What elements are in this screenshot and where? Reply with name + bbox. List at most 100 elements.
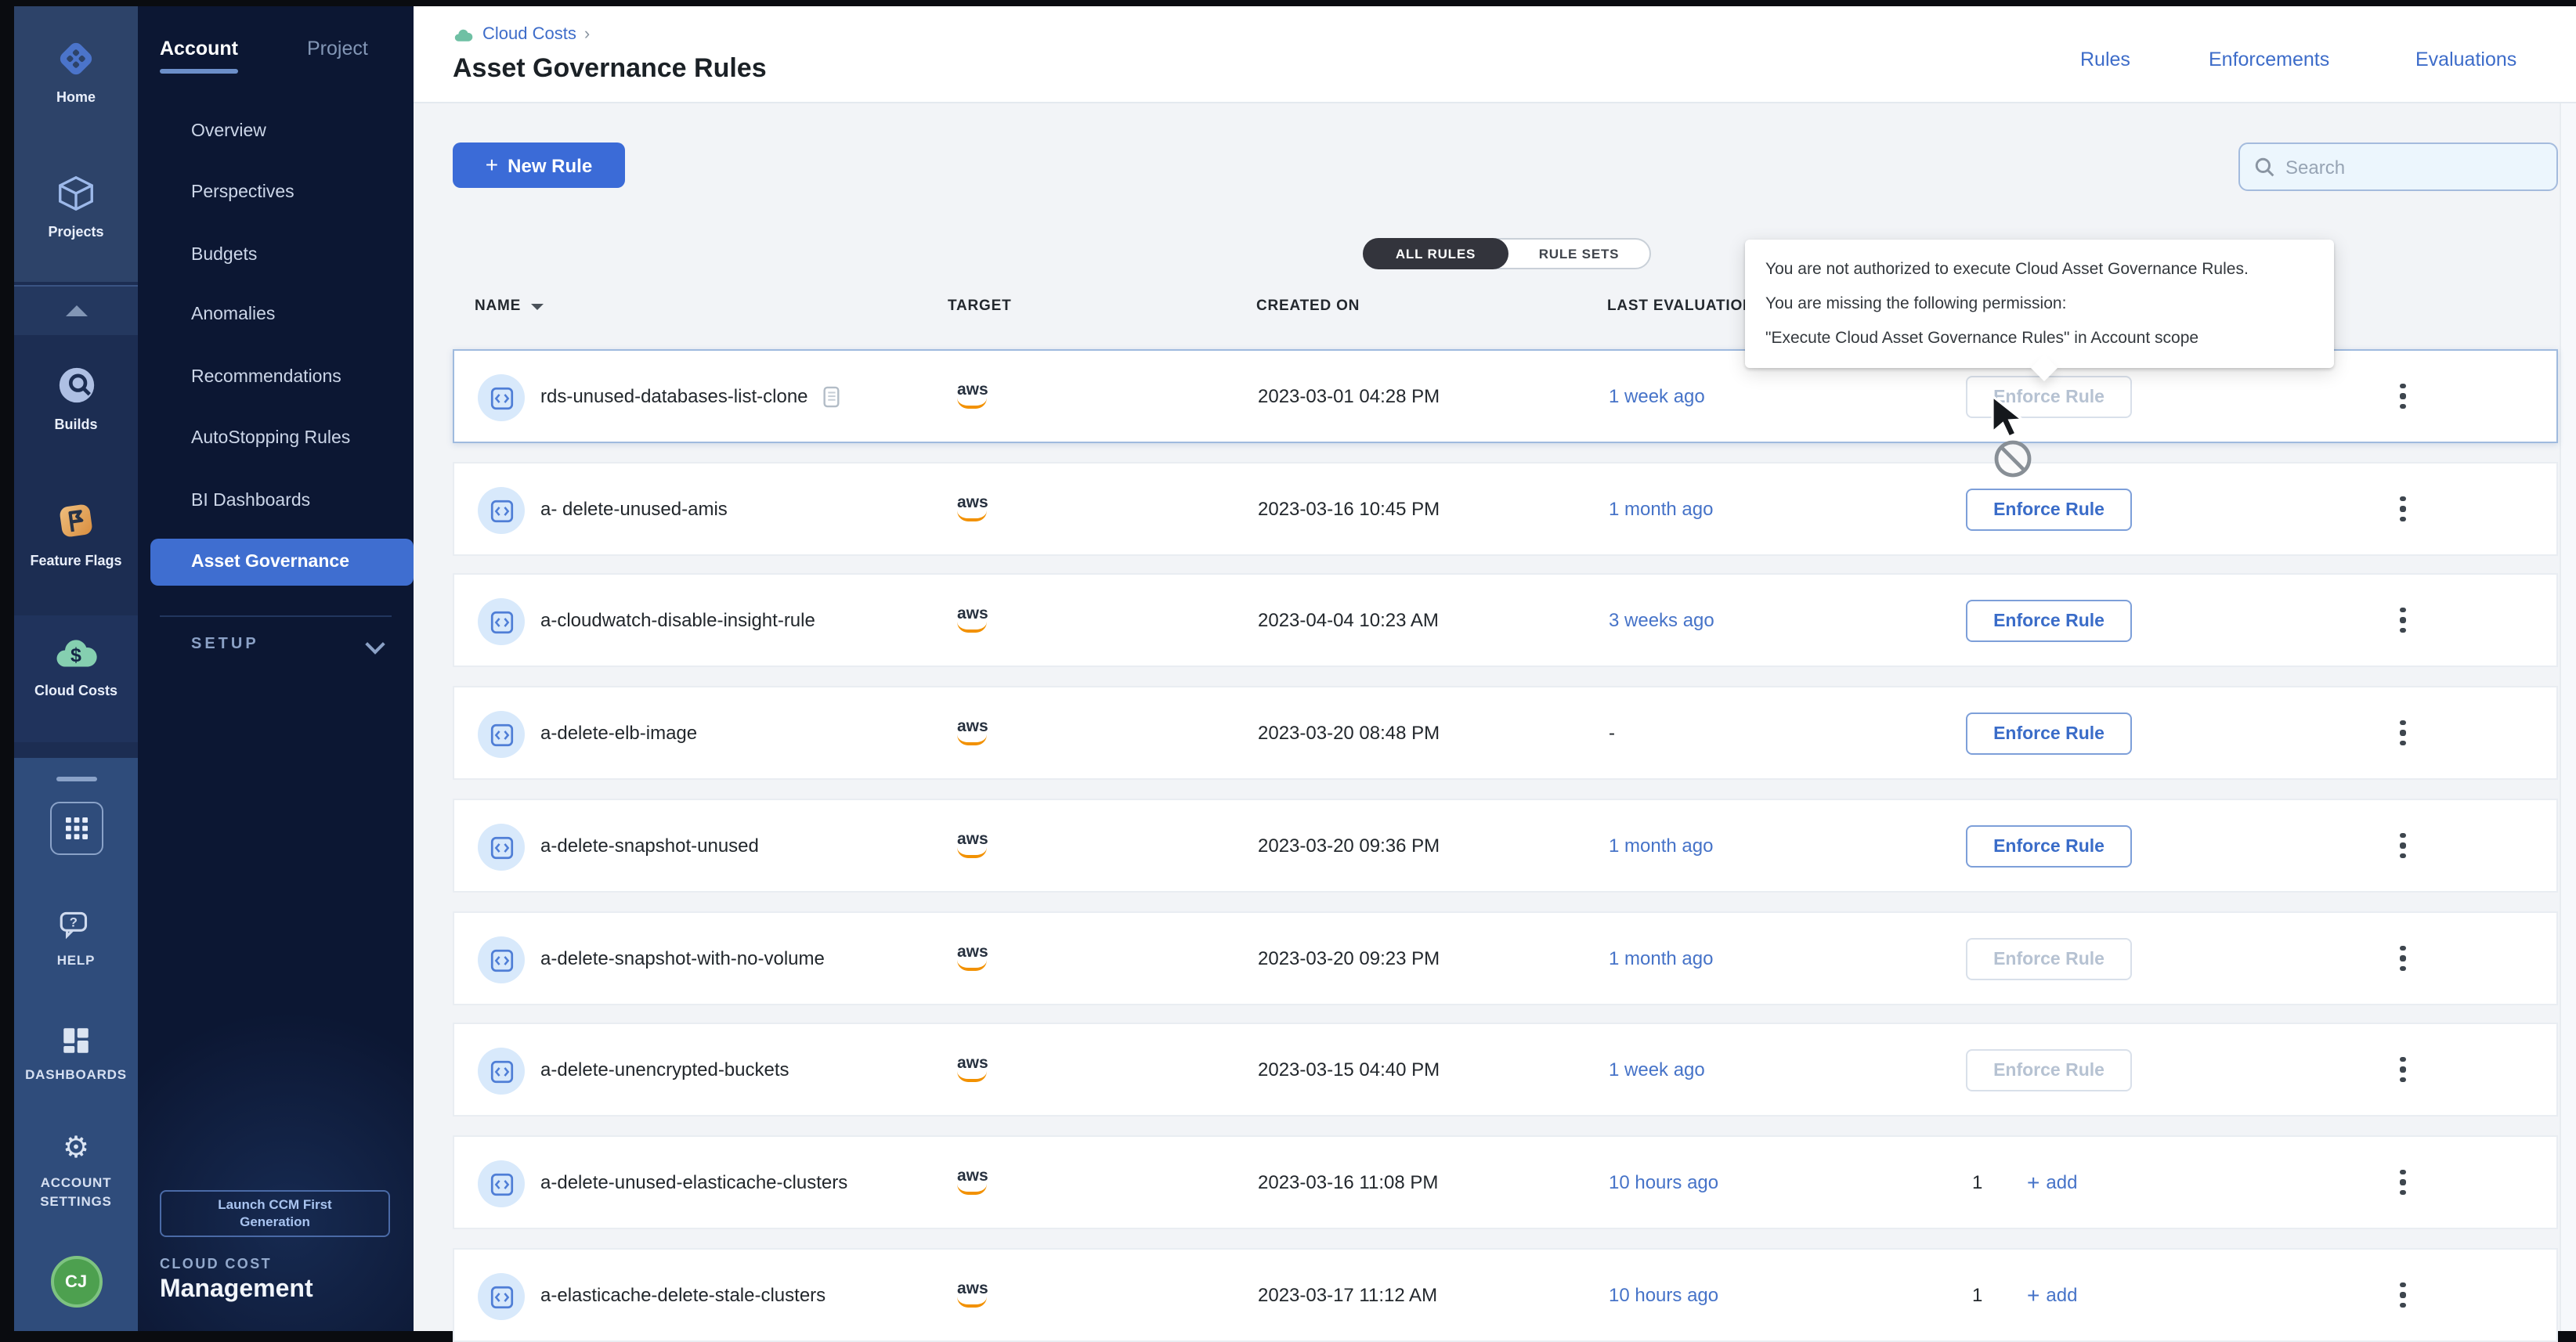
nav-item-overview[interactable]: Overview: [138, 108, 414, 155]
aws-logo-icon: aws: [957, 1282, 988, 1308]
rule-name: a-delete-snapshot-with-no-volume: [540, 913, 825, 1004]
rail-divider: [56, 777, 96, 781]
top-link-rules[interactable]: Rules: [2080, 49, 2130, 70]
nav-item-autostopping-rules[interactable]: AutoStopping Rules: [138, 415, 414, 462]
chevron-up-icon: [65, 305, 87, 316]
rail-label-cloud-costs: Cloud Costs: [34, 683, 117, 700]
row-menu-kebab[interactable]: [2390, 1165, 2415, 1200]
cloud-costs-breadcrumb-icon: [453, 26, 475, 43]
rule-name: a-elasticache-delete-stale-clusters: [540, 1250, 826, 1340]
rail-item-dashboards[interactable]: DASHBOARDS: [14, 1024, 138, 1084]
rail-collapse-button[interactable]: [14, 285, 138, 335]
dashboards-icon: [60, 1024, 92, 1057]
tab-project[interactable]: Project: [307, 38, 368, 60]
rail-item-projects[interactable]: Projects: [14, 172, 138, 241]
rule-created-on: 2023-03-15 04:40 PM: [1258, 1024, 1440, 1115]
table-row[interactable]: a-delete-snapshot-with-no-volume aws 202…: [453, 911, 2558, 1005]
table-row[interactable]: a-delete-elb-image aws 2023-03-20 08:48 …: [453, 686, 2558, 780]
not-allowed-icon: [1996, 442, 2029, 475]
rail-item-feature-flags[interactable]: Feature Flags: [14, 498, 138, 570]
enforce-rule-button[interactable]: Enforce Rule: [1966, 825, 2132, 868]
top-link-evaluations[interactable]: Evaluations: [2415, 49, 2516, 70]
row-menu-kebab[interactable]: [2390, 716, 2415, 750]
rule-last-evaluation: 10 hours ago: [1609, 1137, 1718, 1228]
rule-created-on: 2023-03-17 11:12 AM: [1258, 1250, 1437, 1340]
plus-icon: +: [486, 152, 498, 177]
new-rule-label: New Rule: [508, 154, 592, 176]
nav-item-perspectives[interactable]: Perspectives: [138, 169, 414, 216]
toggle-all-rules[interactable]: ALL RULES: [1363, 238, 1508, 269]
add-enforcement-link[interactable]: +add: [2027, 1250, 2077, 1340]
chevron-down-icon[interactable]: [365, 634, 385, 654]
rule-last-evaluation: 3 weeks ago: [1609, 575, 1714, 666]
top-link-enforcements[interactable]: Enforcements: [2209, 49, 2329, 70]
scrollbar-track[interactable]: [2559, 103, 2576, 1330]
cloud-costs-icon: $: [52, 633, 99, 673]
column-header-last-evaluation: LAST EVALUATION: [1607, 298, 1754, 315]
rail-label-help: HELP: [57, 952, 96, 969]
rule-name: a-delete-elb-image: [540, 687, 697, 778]
svg-text:$: $: [70, 644, 81, 666]
enforce-rule-button[interactable]: Enforce Rule: [1966, 712, 2132, 755]
table-row[interactable]: a-cloudwatch-disable-insight-rule aws 20…: [453, 573, 2558, 667]
new-rule-button[interactable]: + New Rule: [453, 142, 625, 188]
rule-name: a-delete-unused-elasticache-clusters: [540, 1137, 847, 1228]
enforce-rule-button[interactable]: Enforce Rule: [1966, 600, 2132, 642]
column-header-name[interactable]: NAME: [475, 298, 543, 315]
rule-created-on: 2023-03-20 09:36 PM: [1258, 800, 1440, 891]
rail-item-cloud-costs[interactable]: $ Cloud Costs: [14, 633, 138, 700]
nav-item-bi-dashboards[interactable]: BI Dashboards: [138, 478, 414, 525]
enforce-rule-button[interactable]: Enforce Rule: [1966, 489, 2132, 531]
nav-item-anomalies[interactable]: Anomalies: [138, 291, 414, 338]
row-menu-kebab[interactable]: [2390, 1278, 2415, 1312]
table-row[interactable]: a-delete-unused-elasticache-clusters aws…: [453, 1135, 2558, 1229]
table-row[interactable]: a-elasticache-delete-stale-clusters aws …: [453, 1248, 2558, 1342]
rule-last-evaluation: 1 week ago: [1609, 1024, 1705, 1115]
add-enforcement-link[interactable]: +add: [2027, 1137, 2077, 1228]
user-avatar[interactable]: CJ: [50, 1256, 102, 1308]
module-picker-button[interactable]: [49, 802, 103, 855]
launch-ccm-first-gen-button[interactable]: Launch CCM First Generation: [160, 1190, 390, 1237]
nav-item-recommendations[interactable]: Recommendations: [138, 354, 414, 401]
nav-item-asset-governance[interactable]: Asset Governance: [150, 539, 414, 586]
tab-account[interactable]: Account: [160, 38, 238, 60]
nav-item-budgets[interactable]: Budgets: [138, 232, 414, 279]
rule-created-on: 2023-03-16 10:45 PM: [1258, 464, 1440, 554]
rail-item-builds[interactable]: Builds: [14, 363, 138, 434]
rule-target: aws: [957, 1024, 988, 1115]
table-row[interactable]: a- delete-unused-amis aws 2023-03-16 10:…: [453, 462, 2558, 556]
row-menu-kebab[interactable]: [2390, 492, 2415, 526]
toggle-rule-sets[interactable]: RULE SETS: [1508, 240, 1649, 268]
aws-logo-icon: aws: [957, 833, 988, 858]
rule-icon: [478, 374, 525, 421]
row-menu-kebab[interactable]: [2390, 1052, 2415, 1087]
rule-last-evaluation: 1 month ago: [1609, 464, 1713, 554]
copy-icon[interactable]: [821, 384, 841, 408]
table-row[interactable]: a-delete-unencrypted-buckets aws 2023-03…: [453, 1023, 2558, 1117]
rule-created-on: 2023-03-20 09:23 PM: [1258, 913, 1440, 1004]
rail-bottom-group: ? HELP DASHBOARDS ⚙ ACCOUNT SETTINGS CJ: [14, 758, 138, 1330]
row-menu-kebab[interactable]: [2390, 828, 2415, 863]
breadcrumb-cloud-costs-link[interactable]: Cloud Costs: [482, 25, 576, 44]
rail-item-help[interactable]: ? HELP: [14, 908, 138, 969]
rail-label-account-settings-1: ACCOUNT: [41, 1174, 112, 1192]
screen-left-border: [0, 0, 14, 1330]
setup-section-label[interactable]: SETUP: [191, 636, 259, 653]
rule-icon: [478, 711, 525, 758]
row-menu-kebab[interactable]: [2390, 603, 2415, 637]
rule-created-on: 2023-04-04 10:23 AM: [1258, 575, 1439, 666]
row-menu-kebab[interactable]: [2390, 941, 2415, 976]
rail-item-home[interactable]: Home: [14, 38, 138, 106]
table-row[interactable]: a-delete-snapshot-unused aws 2023-03-20 …: [453, 799, 2558, 893]
row-menu-kebab[interactable]: [2390, 379, 2415, 413]
search-icon: [2254, 157, 2274, 177]
home-icon: [55, 38, 97, 80]
rail-item-account-settings[interactable]: ⚙ ACCOUNT SETTINGS: [14, 1134, 138, 1210]
projects-icon: [55, 172, 97, 215]
rule-icon: [478, 936, 525, 983]
module-nav-panel: Account Project Overview Perspectives Budg…: [138, 6, 414, 1330]
tooltip-line-1: You are not authorized to execute Cloud …: [1765, 252, 2314, 287]
search-input[interactable]: Search: [2238, 142, 2558, 191]
plus-icon: +: [2027, 1282, 2039, 1308]
rule-icon: [478, 1160, 525, 1207]
